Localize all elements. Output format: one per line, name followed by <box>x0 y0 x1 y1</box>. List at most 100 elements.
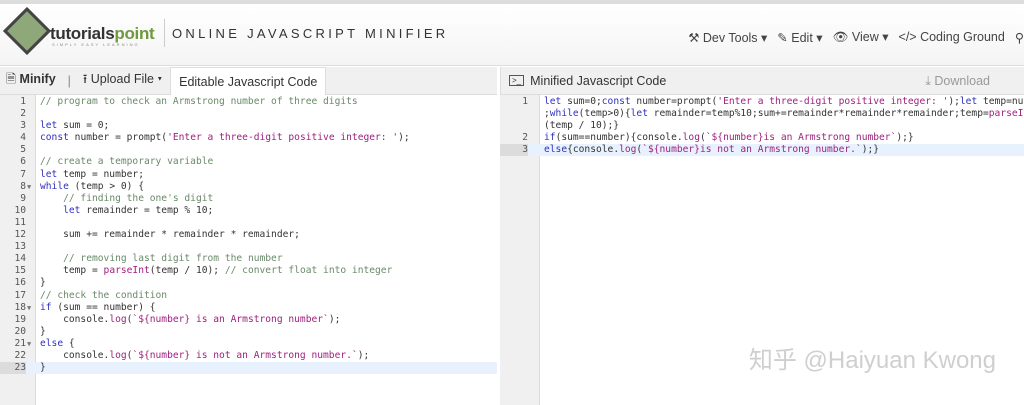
code-line[interactable]: 6 // create a temporary variable <box>0 156 497 168</box>
code-text: // create a temporary variable <box>40 156 213 168</box>
code-line[interactable]: 7let temp = number; <box>0 169 497 181</box>
source-code-editor[interactable]: 1 // program to check an Armstrong number… <box>0 95 497 405</box>
brand-part: tutorials <box>50 24 114 43</box>
code-line[interactable]: 13 <box>0 241 497 253</box>
code-text: if(sum==number){console.log(`${number}is… <box>544 132 914 144</box>
code-line[interactable]: 10 let remainder = temp % 10; <box>0 205 497 217</box>
code-line[interactable]: 9 // finding the one's digit <box>0 193 497 205</box>
code-line[interactable]: 3 else{console.log(`${number}is not an Ar… <box>500 144 1024 156</box>
line-number: 12 <box>0 229 26 241</box>
line-number: 23 <box>0 362 26 374</box>
code-text: } <box>40 326 46 338</box>
code-text: (temp / 10);} <box>544 120 619 132</box>
brand-tagline: SIMPLY EASY LEARNING <box>52 42 140 47</box>
upload-icon: ⭱ <box>83 72 87 86</box>
line-number: 4 <box>0 132 26 144</box>
code-line[interactable]: 12 sum += remainder * remainder * remain… <box>0 229 497 241</box>
line-number: 5 <box>0 144 26 156</box>
code-line[interactable]: 2 if(sum==number){console.log(`${number}i… <box>500 132 1024 144</box>
line-number: 19 <box>0 314 26 326</box>
code-line[interactable]: 15 temp = parseInt(temp / 10); // conver… <box>0 265 497 277</box>
code-text: // finding the one's digit <box>40 193 213 205</box>
line-number: 3 <box>500 144 528 156</box>
code-text: sum += remainder * remainder * remainder… <box>40 229 300 241</box>
line-number: 1 <box>500 96 528 108</box>
line-number: 6 <box>0 156 26 168</box>
output-toolbar: >_ Minified Javascript Code ⤓ Download <box>500 67 1024 95</box>
code-icon: </> <box>899 30 921 44</box>
nav-item[interactable]: ⚲ <box>1015 30 1024 45</box>
line-number: 3 <box>0 120 26 132</box>
code-line[interactable]: 2 <box>0 108 497 120</box>
code-line[interactable]: 3 let sum = 0; <box>0 120 497 132</box>
line-number: 20 <box>0 326 26 338</box>
line-number: 14 <box>0 253 26 265</box>
code-line[interactable]: 23} <box>0 362 497 374</box>
code-line[interactable]: ;while(temp>0){let remainder=temp%10;sum… <box>500 108 1024 120</box>
code-text: } <box>40 277 46 289</box>
minify-button[interactable]: 🗎 Minify <box>6 70 56 91</box>
nav-label: Dev Tools ▾ <box>703 31 767 45</box>
code-text: let sum = 0; <box>40 120 109 132</box>
tab-editable-code[interactable]: Editable Javascript Code <box>170 67 326 95</box>
line-number: 8 <box>0 181 26 193</box>
code-line[interactable]: 16} <box>0 277 497 289</box>
edit-icon: ✎ <box>777 31 791 45</box>
eye-icon: 👁 <box>833 30 852 44</box>
line-number: 15 <box>0 265 26 277</box>
nav-item[interactable]: </> Coding Ground <box>899 30 1005 44</box>
terminal-icon: >_ <box>509 75 524 86</box>
code-text: ;while(temp>0){let remainder=temp%10;sum… <box>544 108 1024 120</box>
code-text: while (temp > 0) { <box>40 181 144 193</box>
code-text: // removing last digit from the number <box>40 253 283 265</box>
document-icon: 🗎 <box>6 72 16 86</box>
code-line[interactable]: 17// check the condition <box>0 290 497 302</box>
code-text: // program to check an Armstrong number … <box>40 96 358 108</box>
brand-name[interactable]: tutorialspoint <box>50 24 154 44</box>
page-title: ONLINE JAVASCRIPT MINIFIER <box>172 26 449 41</box>
nav-label: View ▾ <box>852 30 889 44</box>
divider <box>164 19 165 47</box>
brand-part: point <box>114 24 154 43</box>
watermark: 知乎 @Haiyuan Kwong <box>749 340 996 375</box>
nav-item[interactable]: 👁 View ▾ <box>833 29 889 45</box>
fold-arrow-icon[interactable]: ▼ <box>27 302 31 314</box>
code-line[interactable]: 18▼if (sum == number) { <box>0 302 497 314</box>
line-number: 22 <box>0 350 26 362</box>
upload-file-button[interactable]: ⭱ Upload File ▾ <box>83 70 162 91</box>
nav-item[interactable]: ✎ Edit ▾ <box>777 30 822 45</box>
code-line[interactable]: 22 console.log(`${number} is not an Arms… <box>0 350 497 362</box>
line-number: 2 <box>0 108 26 120</box>
upload-label: Upload File ▾ <box>91 72 162 86</box>
code-line[interactable]: 1 // program to check an Armstrong number… <box>0 96 497 108</box>
code-line[interactable]: 5 <box>0 144 497 156</box>
nav-item[interactable]: ⚒ Dev Tools ▾ <box>688 30 767 45</box>
tools-icon: ⚒ <box>688 31 703 45</box>
line-number: 2 <box>500 132 528 144</box>
code-line[interactable]: 19 console.log(`${number} is an Armstron… <box>0 314 497 326</box>
code-line[interactable]: 11 <box>0 217 497 229</box>
code-line[interactable]: 1 let sum=0;const number=prompt('Enter a … <box>500 96 1024 108</box>
code-line[interactable]: 20} <box>0 326 497 338</box>
output-title: Minified Javascript Code <box>530 74 666 88</box>
code-text: console.log(`${number} is an Armstrong n… <box>40 314 340 326</box>
code-line[interactable]: 4const number = prompt('Enter a three-di… <box>0 132 497 144</box>
line-number: 13 <box>0 241 26 253</box>
code-line[interactable]: 21▼else { <box>0 338 497 350</box>
line-number: 1 <box>0 96 26 108</box>
download-icon: ⤓ <box>925 74 931 88</box>
nav-label: Edit ▾ <box>791 31 822 45</box>
fold-arrow-icon[interactable]: ▼ <box>27 181 31 193</box>
tutorialspoint-logo-icon[interactable] <box>3 7 51 55</box>
user-icon: ⚲ <box>1015 31 1024 45</box>
download-button[interactable]: ⤓ Download <box>915 68 1000 94</box>
fold-arrow-icon[interactable]: ▼ <box>27 338 31 350</box>
code-text: else{console.log(`${number}is not an Arm… <box>544 144 879 156</box>
nav-label: Coding Ground <box>920 30 1005 44</box>
code-line[interactable]: (temp / 10);} <box>500 120 1024 132</box>
code-line[interactable]: 14 // removing last digit from the numbe… <box>0 253 497 265</box>
line-number: 16 <box>0 277 26 289</box>
code-line[interactable]: 8▼ while (temp > 0) { <box>0 181 497 193</box>
code-text: let remainder = temp % 10; <box>40 205 213 217</box>
code-text: let sum=0;const number=prompt('Enter a t… <box>544 96 1024 108</box>
